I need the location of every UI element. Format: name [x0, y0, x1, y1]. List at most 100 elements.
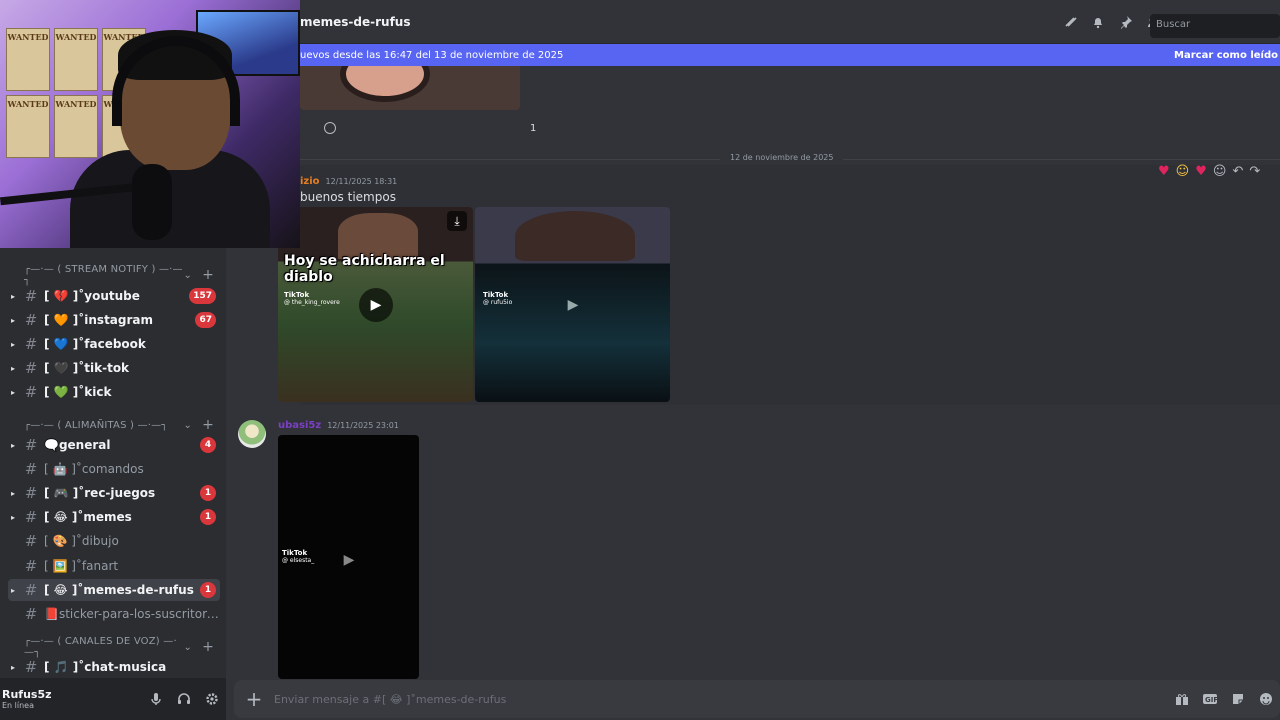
channel-general[interactable]: ▸ # 🗨️general 4 — [8, 434, 220, 456]
video-attachment[interactable]: TikTok @ rufu5io ▶ — [475, 207, 670, 402]
hash-icon: # — [24, 557, 38, 575]
plus-icon[interactable]: + — [202, 417, 214, 433]
channel-dibujo[interactable]: # [ 🎨 ]˚dibujo — [8, 530, 220, 552]
channel-name: [ 🤖 ]˚comandos — [44, 462, 144, 476]
category-label: ┌—·— ( STREAM NOTIFY ) —·—┐ — [24, 264, 183, 286]
category-label: ┌—·— ( CANALES DE VOZ) —·—┐ — [24, 636, 177, 658]
play-icon[interactable]: ▶ — [332, 543, 366, 577]
tiktok-logo: TikTok — [284, 291, 310, 299]
user-info[interactable]: Rufus5z En línea — [2, 688, 142, 710]
channel-name: [ 🎨 ]˚dibujo — [44, 534, 119, 548]
channel-tik-tok[interactable]: ▸ # [ 🖤 ]˚tik-tok — [8, 357, 220, 379]
tiktok-handle: @ elsesta_ — [282, 557, 315, 564]
message-timestamp: 12/11/2025 18:31 — [325, 177, 398, 186]
video-caption: Hoy se achicharra el diablo — [284, 253, 445, 285]
channel-name: [ 💙 ]˚facebook — [44, 337, 146, 351]
mark-read-button[interactable]: Marcar como leído — [1174, 50, 1280, 61]
wanted-poster: WANTED — [6, 95, 50, 158]
gear-icon[interactable] — [198, 685, 226, 713]
tiktok-handle: @ rufu5io — [483, 299, 513, 306]
chevron-right-icon: ▸ — [10, 339, 15, 349]
chat-area: memes-de-rufus Buscar uevos desde las 16… — [226, 0, 1280, 720]
hash-icon: # — [24, 460, 38, 478]
wanted-poster: WANTED — [54, 28, 98, 91]
laugh-reaction-icon[interactable]: ☺ — [1176, 164, 1190, 179]
channel-rec-juegos[interactable]: ▸ # [ 🎮 ]˚rec-juegos 1 — [8, 482, 220, 504]
category-stream-notify[interactable]: ┌—·— ( STREAM NOTIFY ) —·—┐ ⌄ + — [0, 263, 226, 287]
channel-chat-musica[interactable]: ▸ # [ 🎵 ]˚chat-musica — [8, 656, 220, 678]
video-attachment[interactable]: TikTok @ elsesta_ ▶ — [278, 435, 419, 679]
emoji-icon[interactable] — [1252, 692, 1280, 706]
channel-name: [ 🎮 ]˚rec-juegos — [44, 486, 156, 500]
gif-icon[interactable]: GIF — [1196, 692, 1224, 706]
user-panel: Rufus5z En línea — [0, 678, 226, 720]
message-author[interactable]: izio — [300, 176, 320, 187]
play-icon[interactable]: ▶ — [556, 288, 590, 322]
chevron-right-icon: ▸ — [10, 585, 15, 595]
previous-image-attachment[interactable] — [300, 66, 520, 110]
add-reaction-icon[interactable]: ☺ — [1213, 164, 1227, 179]
message-hover-toolbar: ♥ ☺ ♥ ☺ ↶ ↷ — [1158, 164, 1260, 179]
avatar[interactable] — [238, 420, 266, 448]
add-reaction-icon[interactable] — [324, 122, 336, 134]
channel-name: [ 💚 ]˚kick — [44, 385, 112, 399]
tiktok-watermark: TikTok @ elsesta_ — [282, 549, 314, 565]
unread-badge: 4 — [200, 437, 216, 453]
channel-name: [ 😂 ]˚memes-de-rufus — [44, 583, 194, 597]
chevron-right-icon: ▸ — [10, 291, 15, 301]
webcam-overlay: WANTED WANTED WANTED WANTED WANTED WANTE… — [0, 0, 300, 248]
hash-icon: # — [24, 581, 38, 599]
chevron-right-icon: ▸ — [10, 387, 15, 397]
forward-icon[interactable]: ↷ — [1249, 164, 1260, 179]
reply-icon[interactable]: ↶ — [1232, 164, 1243, 179]
channel-memes-de-rufus[interactable]: ▸ # [ 😂 ]˚memes-de-rufus 1 — [8, 579, 220, 601]
threads-icon[interactable] — [1062, 14, 1078, 30]
hash-icon: # — [24, 287, 38, 305]
heart-reaction-icon[interactable]: ♥ — [1195, 164, 1207, 179]
plus-icon[interactable]: + — [234, 687, 274, 711]
unread-badge: 1 — [200, 509, 216, 525]
message-header: ubasi5z 12/11/2025 23:01 — [278, 420, 399, 431]
channel-title: memes-de-rufus — [300, 14, 411, 29]
new-messages-bar[interactable]: uevos desde las 16:47 del 13 de noviembr… — [300, 44, 1280, 66]
hash-icon: # — [24, 532, 38, 550]
unread-badge: 67 — [195, 312, 216, 328]
bell-icon[interactable] — [1090, 14, 1106, 30]
channel-facebook[interactable]: ▸ # [ 💙 ]˚facebook — [8, 333, 220, 355]
chevron-down-icon: ⌄ — [183, 419, 193, 431]
channel-youtube[interactable]: ▸ # [ 💔 ]˚youtube 157 — [8, 285, 220, 307]
pin-icon[interactable] — [1118, 14, 1134, 30]
channel-memes[interactable]: ▸ # [ 😂 ]˚memes 1 — [8, 506, 220, 528]
hash-icon: # — [24, 605, 38, 623]
tiktok-logo: TikTok — [483, 291, 509, 299]
download-icon[interactable]: ⤓ — [447, 211, 467, 231]
sticker-icon[interactable] — [1224, 692, 1252, 706]
play-icon[interactable]: ▶ — [359, 288, 393, 322]
channel-kick[interactable]: ▸ # [ 💚 ]˚kick — [8, 381, 220, 403]
channel-name: [ 🎵 ]˚chat-musica — [44, 660, 167, 674]
channel-fanart[interactable]: # [ 🖼️ ]˚fanart — [8, 555, 220, 577]
headphones-icon[interactable] — [170, 685, 198, 713]
hash-icon: # — [24, 658, 38, 676]
search-input[interactable]: Buscar — [1150, 14, 1280, 38]
channel-comandos[interactable]: # [ 🤖 ]˚comandos — [8, 458, 220, 480]
reaction-pill[interactable]: 1 — [526, 120, 564, 136]
gift-icon[interactable] — [1168, 692, 1196, 706]
heart-reaction-icon[interactable]: ♥ — [1158, 164, 1170, 179]
message-input[interactable]: Enviar mensaje a #[ 😂 ]˚memes-de-rufus — [274, 693, 1168, 706]
channel-sticker[interactable]: # 📕sticker-para-los-suscritores-... — [8, 603, 220, 625]
chevron-right-icon: ▸ — [10, 363, 15, 373]
chevron-right-icon: ▸ — [10, 512, 15, 522]
unread-badge: 157 — [189, 288, 216, 304]
message-author[interactable]: ubasi5z — [278, 420, 321, 431]
channel-name: [ 💔 ]˚youtube — [44, 289, 140, 303]
hash-icon: # — [24, 311, 38, 329]
channel-instagram[interactable]: ▸ # [ 🧡 ]˚instagram 67 — [8, 309, 220, 331]
video-attachment[interactable]: Hoy se achicharra el diablo TikTok @ the… — [278, 207, 473, 402]
channel-name: [ 🖤 ]˚tik-tok — [44, 361, 130, 375]
hash-icon: # — [24, 436, 38, 454]
wanted-poster: WANTED — [54, 95, 98, 158]
plus-icon[interactable]: + — [202, 639, 214, 655]
plus-icon[interactable]: + — [202, 267, 214, 283]
microphone-icon[interactable] — [142, 685, 170, 713]
